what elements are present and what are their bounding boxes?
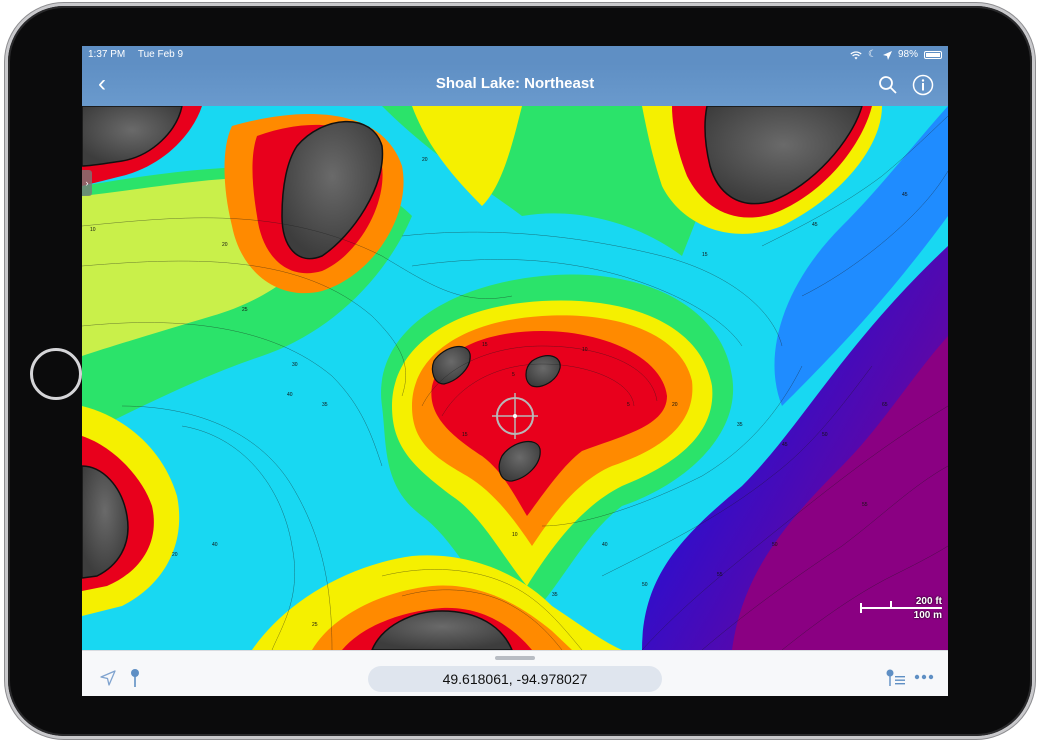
depth-label: 50 xyxy=(772,542,778,548)
side-panel-tab[interactable]: › xyxy=(82,170,92,196)
status-left: 1:37 PM Tue Feb 9 xyxy=(88,46,193,64)
status-time: 1:37 PM xyxy=(88,49,126,60)
status-right: ☾ 98% xyxy=(850,46,942,64)
battery-percent: 98% xyxy=(897,49,918,60)
depth-label: 10 xyxy=(582,347,588,353)
depth-label: 15 xyxy=(462,432,468,438)
depth-label: 10 xyxy=(512,532,518,538)
scale-bar: 200 ft 100 m xyxy=(860,596,942,622)
app-screen: 1:37 PM Tue Feb 9 ☾ 98% ‹ Shoal Lake: No… xyxy=(82,46,948,696)
depth-label: 40 xyxy=(602,542,608,548)
depth-label: 40 xyxy=(212,542,218,548)
depth-label: 20 xyxy=(222,242,228,248)
coordinates-display[interactable]: 49.618061, -94.978027 xyxy=(368,666,662,692)
nav-bar: ‹ Shoal Lake: Northeast xyxy=(82,64,948,106)
bathymetry-map[interactable]: 10 20 25 30 35 40 20 15 10 5 5 20 35 45 … xyxy=(82,106,948,650)
scale-imperial: 200 ft xyxy=(915,596,942,607)
status-bar: 1:37 PM Tue Feb 9 ☾ 98% xyxy=(82,46,948,64)
depth-label: 20 xyxy=(172,552,178,558)
depth-label: 50 xyxy=(642,582,648,588)
status-date: Tue Feb 9 xyxy=(137,49,184,60)
pin-icon[interactable] xyxy=(130,668,140,688)
depth-label: 55 xyxy=(717,572,723,578)
depth-label: 35 xyxy=(322,402,328,408)
depth-label: 30 xyxy=(292,362,298,368)
info-icon[interactable] xyxy=(912,74,934,96)
depth-contour-map[interactable]: 10 20 25 30 35 40 20 15 10 5 5 20 35 45 … xyxy=(82,106,948,650)
depth-label: 40 xyxy=(287,392,293,398)
location-arrow-icon[interactable] xyxy=(100,670,116,686)
depth-label: 10 xyxy=(90,227,96,233)
moon-icon: ☾ xyxy=(868,49,877,60)
depth-label: 15 xyxy=(702,252,708,258)
depth-label: 25 xyxy=(312,622,318,628)
wifi-icon xyxy=(850,50,862,59)
depth-label: 25 xyxy=(242,307,248,313)
depth-label: 5 xyxy=(512,372,515,378)
depth-label: 55 xyxy=(862,502,868,508)
depth-label: 15 xyxy=(482,342,488,348)
more-icon[interactable] xyxy=(914,673,934,681)
depth-label: 35 xyxy=(552,592,558,598)
pin-list-icon[interactable] xyxy=(886,669,906,687)
scale-metric: 100 m xyxy=(913,610,942,621)
depth-label: 45 xyxy=(902,192,908,198)
page-title: Shoal Lake: Northeast xyxy=(435,75,595,92)
depth-label: 45 xyxy=(782,442,788,448)
depth-label: 20 xyxy=(672,402,678,408)
drawer-handle[interactable] xyxy=(495,656,535,660)
depth-label: 65 xyxy=(882,402,888,408)
location-icon xyxy=(882,50,892,60)
depth-label: 20 xyxy=(422,157,428,163)
search-icon[interactable] xyxy=(878,75,898,95)
bottom-toolbar: 49.618061, -94.978027 xyxy=(82,650,948,696)
depth-label: 5 xyxy=(627,402,630,408)
battery-icon xyxy=(924,51,942,59)
scale-line xyxy=(860,607,942,609)
depth-label: 45 xyxy=(812,222,818,228)
depth-label: 50 xyxy=(822,432,828,438)
home-button[interactable] xyxy=(30,348,82,400)
depth-label: 35 xyxy=(737,422,743,428)
